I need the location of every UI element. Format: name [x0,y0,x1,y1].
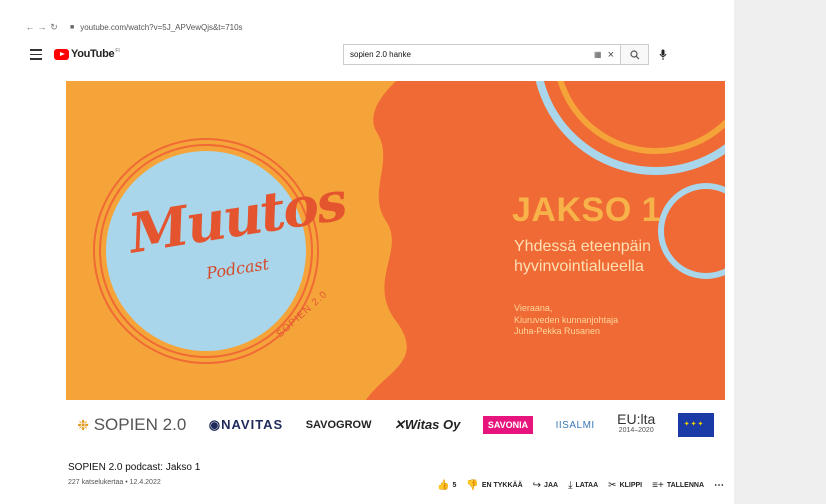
more-options-icon[interactable]: ⋯ [714,480,724,491]
guest-line-3: Juha-Pekka Rusanen [514,326,601,336]
search-icon [629,49,639,59]
youtube-logo[interactable]: YouTube FI [54,48,120,60]
playlist-add-icon: ≡+ [652,480,664,491]
address-bar: ← → ↻ ■ youtube.com/watch?v=5J_APVewQjs&… [0,18,734,36]
save-button[interactable]: ≡+ TALLENNA [652,480,704,491]
guest-info: Vieraana, Kiuruveden kunnanjohtaja Juha-… [514,303,714,338]
video-player[interactable]: Muutos Podcast SOPIEN 2.0 JAKSO 1 Yhdess… [66,81,725,400]
savogrow-logo: SAVOGROW [305,419,372,431]
clip-button[interactable]: ✂ KLIPPI [608,480,642,491]
iisalmi-logo: IISALMI [555,419,595,431]
navitas-logo: ◉NAVITAS [208,417,284,432]
browser-window: ← → ↻ ■ youtube.com/watch?v=5J_APVewQjs&… [0,0,734,504]
search-button[interactable] [621,44,649,65]
logo-text: YouTube [71,48,115,60]
download-button[interactable]: ⤓ LATAA [568,480,598,491]
scissors-icon: ✂ [608,480,617,491]
reload-icon[interactable]: ↻ [48,22,60,33]
eu-funding-logo: EU:lta 2014–2020 [617,411,656,434]
right-empty-pane [734,0,826,504]
youtube-header: YouTube FI sopien 2.0 hanke ▦ × [0,40,734,70]
subtitle-line-1: Yhdessä eteenpäin [514,238,651,255]
partner-logo-strip: ❉ SOPIEN 2.0 ◉NAVITAS SAVOGROW ✕Witas Oy… [66,400,725,450]
back-icon[interactable]: ← [24,22,36,32]
thumbs-up-icon: 👍 [437,480,450,491]
video-title: SOPIEN 2.0 podcast: Jakso 1 [68,462,201,473]
dislike-button[interactable]: 👎 EN TYKKÄÄ [466,480,522,491]
menu-icon[interactable] [30,49,42,60]
forward-icon[interactable]: → [36,22,48,32]
sopien-star-icon: ❉ [77,417,89,433]
search-box[interactable]: sopien 2.0 hanke ▦ × [343,44,621,65]
clear-icon[interactable]: × [608,49,614,61]
like-button[interactable]: 👍 5 [437,480,456,491]
lock-icon: ■ [70,23,75,31]
episode-headline: JAKSO 1 [512,191,661,229]
video-actions: 👍 5 👎 EN TYKKÄÄ ↪ JAA ⤓ LATAA ✂ KLIPPI ≡+ TALL… [437,480,734,491]
video-meta: 227 katselukertaa • 12.4.2022 [68,479,161,486]
url-text[interactable]: youtube.com/watch?v=5J_APVewQjs&t=710s [80,23,242,32]
keyboard-icon[interactable]: ▦ [594,50,602,59]
sopien-logo: ❉ SOPIEN 2.0 [77,415,187,434]
share-button[interactable]: ↪ JAA [533,480,558,491]
logo-country: FI [115,48,120,54]
episode-subtitle: Yhdessä eteenpäin hyvinvointialueella [514,237,714,277]
microphone-icon[interactable] [656,48,670,62]
savonia-logo: SAVONIA [482,416,534,434]
witas-logo: ✕Witas Oy [393,417,461,432]
subtitle-line-2: hyvinvointialueella [514,258,644,275]
search-input[interactable]: sopien 2.0 hanke [344,50,594,59]
guest-line-2: Kiuruveden kunnanjohtaja [514,314,619,325]
thumbs-down-icon: 👎 [466,480,479,491]
download-icon: ⤓ [568,480,573,491]
share-icon: ↪ [532,480,542,491]
eu-flag-icon [677,413,714,437]
guest-line-1: Vieraana, [514,303,553,313]
youtube-play-icon [54,48,69,60]
